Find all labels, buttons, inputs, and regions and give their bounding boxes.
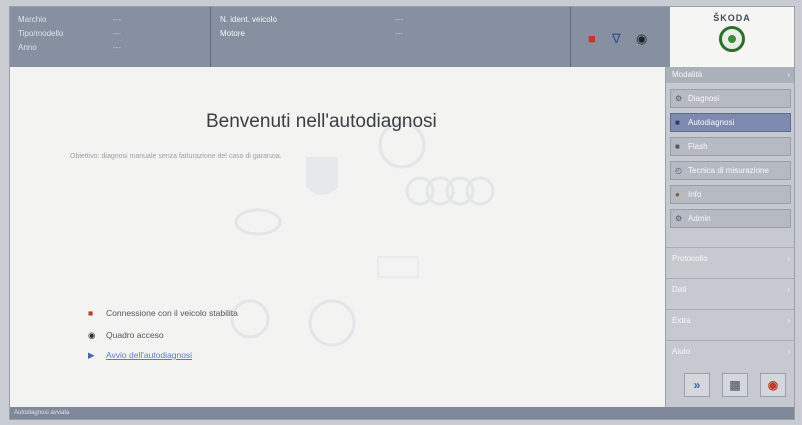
sidebar-category-label: Protocollo [672,254,708,263]
sidebar-item-label: Admin [688,214,711,223]
dashboard-icon: ◉ [636,31,648,46]
header-row-brand: Marchio --- [18,15,121,24]
chevron-right-icon: › [787,254,790,263]
dashboard-icon: ◉ [88,330,96,340]
measuring-icon: ◴ [675,166,682,175]
welcome-panel: Benvenuti nell'autodiagnosi Obiettivo: d… [10,67,665,407]
sidebar-category-protocollo[interactable]: Protocollo › [666,247,794,270]
power-icon: ◉ [767,378,779,392]
sidebar-category-label: Aiuto [672,347,691,356]
sidebar-item-info[interactable]: ● Info [670,185,791,204]
admin-icon: ⚙ [675,214,683,223]
vehicle-info-header: Marchio --- Tipo/modello --- Anno --- N.… [10,7,794,67]
car-icon: ■ [88,308,94,318]
chevron-right-icon: › [787,347,790,356]
sidebar-category-label: Extra [672,316,691,325]
header-value: --- [395,29,403,38]
sidebar-header-label: Modalità [672,70,703,79]
sidebar-item-label: Autodiagnosi [688,118,735,127]
chevron-right-icon: › [787,285,790,294]
header-row-year: Anno --- [18,43,121,52]
forward-button[interactable]: » [684,373,710,397]
header-label: Tipo/modello [18,29,64,38]
flash-icon: ■ [675,142,680,151]
header-row-model: Tipo/modello --- [18,29,121,38]
sidebar-item-flash[interactable]: ■ Flash [670,137,791,156]
sidebar-header-modes[interactable]: Modalità › [666,67,794,83]
chevron-right-icon: › [787,316,790,325]
header-value: --- [113,29,121,38]
brand-name: ŠKODA [713,13,751,23]
vehicle-details-panel: N. ident. veicolo --- Motore --- [210,7,571,67]
application-window: Marchio --- Tipo/modello --- Anno --- N.… [9,6,795,420]
vehicle-identification-panel: Marchio --- Tipo/modello --- Anno --- [10,7,211,67]
skoda-logo-icon [719,26,745,52]
sidebar-item-label: Flash [688,142,708,151]
car-connection-icon: ■ [588,31,596,46]
double-chevron-right-icon: » [693,378,701,392]
grid-button[interactable]: ▦ [722,373,748,397]
header-label: Motore [220,29,245,38]
header-label: Anno [18,43,37,52]
start-self-diagnosis-link[interactable]: ▶ Avvio dell'autodiagnosi [88,350,192,361]
sidebar-item-diagnosi[interactable]: ⚙ Diagnosi [670,89,791,108]
header-value: --- [113,43,121,52]
grid-icon: ▦ [729,378,741,392]
connection-status-panel: ■ ∇ ◉ [570,7,671,67]
header-value: --- [395,15,403,24]
sidebar: Modalità › ⚙ Diagnosi ■ Autodiagnosi ■ Flas… [665,67,794,407]
sidebar-item-label: Info [688,190,702,199]
exit-button[interactable]: ◉ [760,373,786,397]
sidebar-item-tecnica-misurazione[interactable]: ◴ Tecnica di misurazione [670,161,791,180]
header-row-vin: N. ident. veicolo --- [220,15,403,24]
header-row-engine: Motore --- [220,29,403,38]
sidebar-category-aiuto[interactable]: Aiuto › [666,340,794,363]
status-connection: ■ Connessione con il veicolo stabilita [88,308,238,318]
sidebar-category-dati[interactable]: Dati › [666,278,794,301]
status-ignition: ◉ Quadro acceso [88,330,164,341]
sidebar-item-label: Tecnica di misurazione [688,166,769,175]
status-label: Quadro acceso [106,330,164,340]
header-value: --- [113,15,121,24]
sidebar-item-label: Diagnosi [688,94,720,103]
sidebar-category-label: Dati [672,285,687,294]
status-label: Connessione con il veicolo stabilita [106,308,238,318]
sidebar-category-extra[interactable]: Extra › [666,309,794,332]
plug-icon: ∇ [612,31,621,46]
info-icon: ● [675,190,680,199]
header-label: Marchio [18,15,47,24]
self-diagnosis-icon: ■ [675,118,680,127]
diagnosis-icon: ⚙ [675,94,683,103]
chevron-right-icon: › [787,70,790,79]
sidebar-item-autodiagnosi[interactable]: ■ Autodiagnosi [670,113,791,132]
header-label: N. ident. veicolo [220,15,277,24]
page-title: Benvenuti nell'autodiagnosi [206,111,437,132]
status-bar: Autodiagnosi avviata [10,407,794,419]
sidebar-item-admin[interactable]: ⚙ Admin [670,209,791,228]
brand-panel: ŠKODA [670,7,794,67]
page-subtitle: Obiettivo: diagnosi manuale senza fattur… [70,153,282,160]
play-icon: ▶ [88,350,95,360]
action-link-label[interactable]: Avvio dell'autodiagnosi [106,350,192,360]
